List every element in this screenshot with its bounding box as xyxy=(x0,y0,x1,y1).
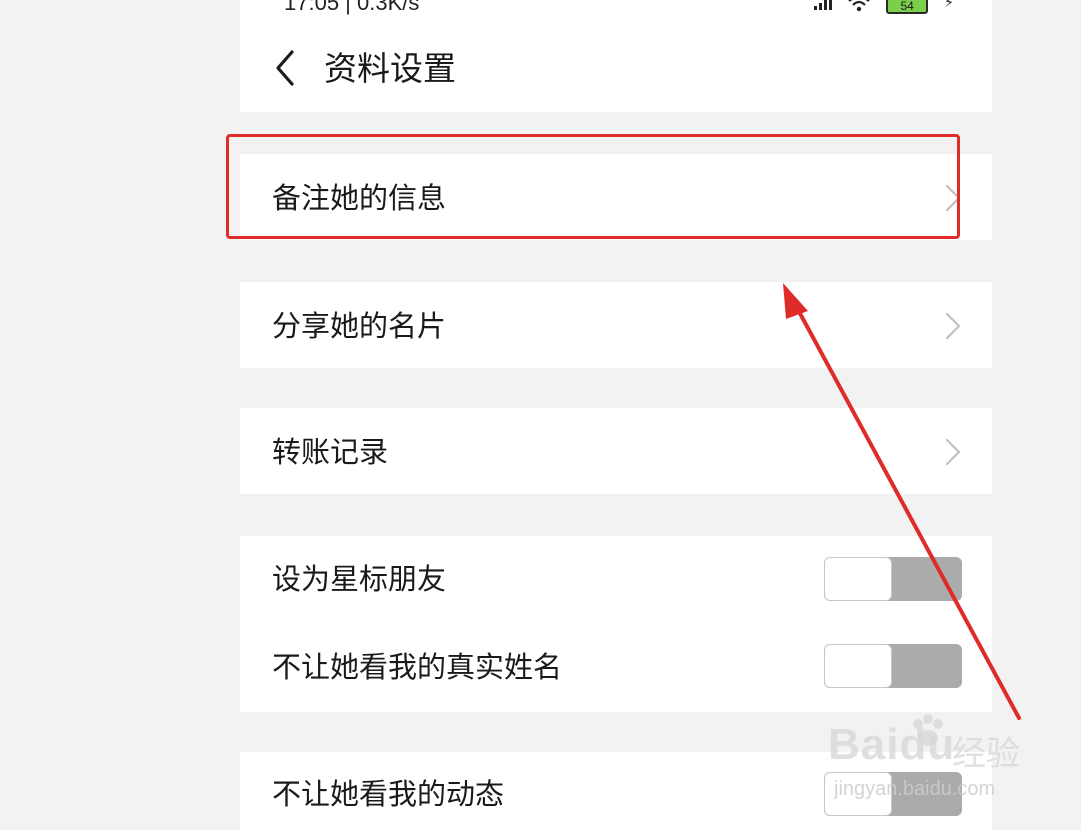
star-friend-toggle[interactable] xyxy=(824,557,962,601)
chevron-right-icon xyxy=(945,438,961,466)
charging-icon: ⚡ xyxy=(944,0,954,11)
status-icons: 54 ⚡ xyxy=(814,0,954,14)
status-time: 17:05 | 0.3K/s xyxy=(284,0,420,15)
toggle-knob xyxy=(825,645,891,687)
remark-info-label: 备注她的信息 xyxy=(272,181,447,215)
chevron-right-icon xyxy=(945,312,961,340)
phone-screen: 17:05 | 0.3K/s 54 ⚡ 资料设置 备注她的信息 分享她的名片 转… xyxy=(240,0,992,830)
wifi-icon xyxy=(848,0,870,12)
signal-icon xyxy=(814,0,833,10)
hide-moments-toggle[interactable] xyxy=(824,772,962,816)
remark-info-row[interactable]: 备注她的信息 xyxy=(240,154,992,240)
toggle-knob xyxy=(825,558,891,600)
hide-moments-label: 不让她看我的动态 xyxy=(272,777,505,811)
chevron-right-icon xyxy=(945,184,961,212)
page-title: 资料设置 xyxy=(324,49,456,88)
header-bar: 资料设置 xyxy=(240,18,992,112)
status-bar: 17:05 | 0.3K/s 54 ⚡ xyxy=(240,0,992,18)
share-card-row[interactable]: 分享她的名片 xyxy=(240,282,992,368)
hide-real-name-label: 不让她看我的真实姓名 xyxy=(272,650,563,684)
transfer-records-row[interactable]: 转账记录 xyxy=(240,408,992,494)
star-friend-label: 设为星标朋友 xyxy=(272,562,447,596)
moments-group: 不让她看我的动态 xyxy=(240,752,992,830)
battery-icon: 54 xyxy=(886,0,929,14)
privacy-group: 设为星标朋友 不让她看我的真实姓名 xyxy=(240,536,992,712)
back-arrow-icon[interactable] xyxy=(270,48,300,88)
toggle-knob xyxy=(825,773,891,815)
transfer-records-label: 转账记录 xyxy=(272,435,389,469)
share-card-label: 分享她的名片 xyxy=(272,309,447,343)
hide-real-name-toggle[interactable] xyxy=(824,644,962,688)
